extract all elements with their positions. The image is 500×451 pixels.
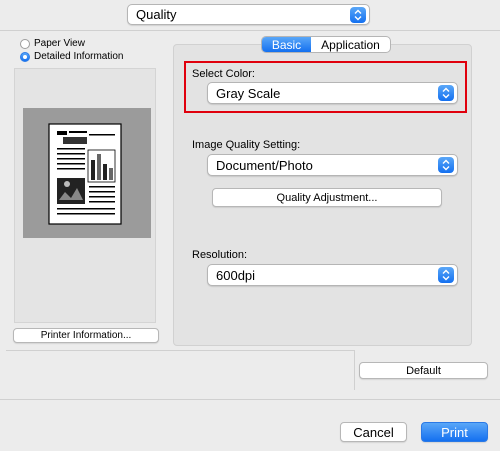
paper-view-label: Paper View: [34, 38, 85, 49]
printer-information-label: Printer Information...: [40, 330, 132, 341]
quality-adjustment-button[interactable]: Quality Adjustment...: [212, 188, 442, 207]
tab-basic[interactable]: Basic: [262, 37, 311, 52]
cancel-button-label: Cancel: [353, 424, 394, 440]
print-button-label: Print: [441, 424, 468, 440]
vertical-divider: [354, 350, 355, 390]
resolution-value: 600dpi: [216, 267, 256, 283]
paper-view-radio[interactable]: [20, 38, 30, 49]
default-button[interactable]: Default: [359, 362, 488, 379]
tab-application[interactable]: Application: [311, 37, 390, 52]
preview-image: [23, 108, 151, 238]
image-quality-value: Document/Photo: [216, 157, 313, 173]
select-color-value: Gray Scale: [216, 85, 281, 101]
cancel-button[interactable]: Cancel: [340, 422, 407, 442]
bottom-divider: [0, 399, 500, 400]
detailed-information-radio[interactable]: [20, 51, 30, 62]
chevron-updown-icon: [438, 157, 454, 173]
quality-panel-select-label: Quality: [136, 7, 177, 22]
top-divider: [0, 30, 500, 31]
print-button[interactable]: Print: [421, 422, 488, 442]
image-quality-label: Image Quality Setting:: [192, 139, 301, 151]
middle-divider: [6, 350, 354, 351]
tab-basic-label: Basic: [271, 37, 302, 52]
select-color-dropdown[interactable]: Gray Scale: [207, 82, 458, 104]
paper-view-option[interactable]: Paper View: [20, 38, 85, 49]
select-color-label: Select Color:: [192, 68, 255, 80]
detailed-information-option[interactable]: Detailed Information: [20, 51, 124, 62]
chevron-updown-icon: [438, 267, 454, 283]
tab-application-label: Application: [321, 37, 380, 52]
detailed-information-label: Detailed Information: [34, 51, 124, 62]
tab-bar: Basic Application: [261, 36, 391, 53]
printer-information-button[interactable]: Printer Information...: [13, 328, 159, 343]
page-thumbnail-icon: [48, 123, 122, 225]
default-button-label: Default: [406, 364, 441, 377]
resolution-label: Resolution:: [192, 249, 248, 261]
quality-panel-select[interactable]: Quality: [127, 4, 370, 25]
chevron-updown-icon: [350, 6, 366, 23]
chevron-updown-icon: [438, 85, 454, 101]
quality-adjustment-label: Quality Adjustment...: [276, 191, 378, 204]
resolution-dropdown[interactable]: 600dpi: [207, 264, 458, 286]
image-quality-dropdown[interactable]: Document/Photo: [207, 154, 458, 176]
